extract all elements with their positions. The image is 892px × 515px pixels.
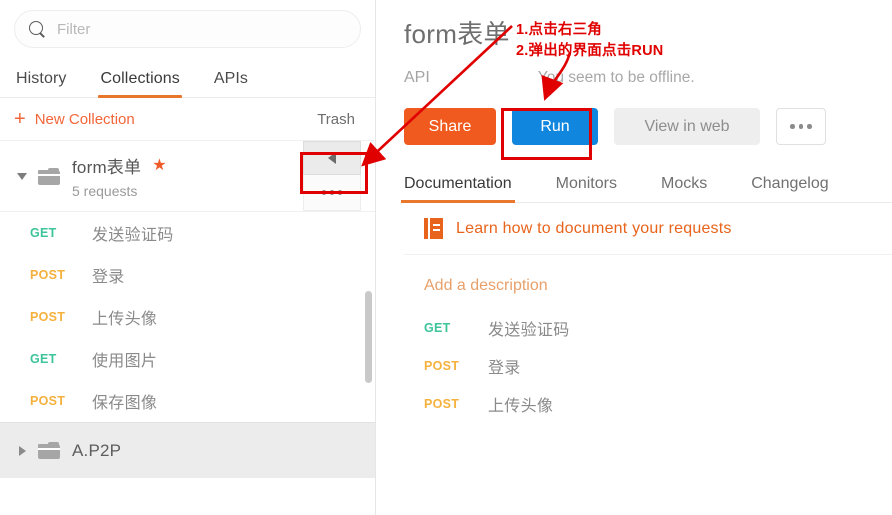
collection-header-form[interactable]: form表单 ★ 5 requests bbox=[0, 141, 375, 212]
request-row[interactable]: POST 保存图像 bbox=[0, 380, 375, 422]
tab-changelog[interactable]: Changelog bbox=[751, 175, 828, 202]
request-name: 上传头像 bbox=[488, 398, 554, 415]
request-method: POST bbox=[30, 394, 66, 408]
tab-documentation[interactable]: Documentation bbox=[401, 175, 515, 203]
book-icon bbox=[424, 218, 443, 239]
collection-head-controls bbox=[303, 141, 361, 211]
collapse-sidebar-button[interactable] bbox=[303, 141, 361, 175]
collection-tree: form表单 ★ 5 requests GET 发送验证码 POST 登录 PO… bbox=[0, 141, 375, 515]
request-method: POST bbox=[30, 268, 66, 282]
run-button[interactable]: Run bbox=[512, 108, 598, 145]
sidebar-actions: + New Collection Trash bbox=[0, 98, 375, 141]
request-name: 上传头像 bbox=[92, 311, 158, 328]
filter-bar-wrap: Filter bbox=[0, 0, 375, 56]
search-placeholder: Filter bbox=[57, 20, 91, 38]
sidebar-scrollbar[interactable] bbox=[365, 291, 372, 383]
offline-status-text: You seem to be offline. bbox=[537, 69, 695, 86]
tab-monitors[interactable]: Monitors bbox=[556, 175, 617, 202]
tab-collections[interactable]: Collections bbox=[98, 70, 183, 98]
request-row[interactable]: POST 上传头像 bbox=[0, 296, 375, 338]
request-method: POST bbox=[424, 359, 460, 373]
triangle-left-icon bbox=[328, 152, 336, 164]
request-method: GET bbox=[30, 226, 57, 240]
trash-button[interactable]: Trash bbox=[317, 111, 355, 128]
view-in-web-button[interactable]: View in web bbox=[614, 108, 760, 145]
learn-documentation-link[interactable]: Learn how to document your requests bbox=[404, 203, 892, 255]
collection-detail-panel: form表单 API You seem to be offline. Share… bbox=[376, 0, 892, 515]
collections-sidebar: Filter History Collections APIs + New Co… bbox=[0, 0, 376, 515]
caret-down-icon[interactable] bbox=[14, 172, 30, 180]
ellipsis-icon bbox=[790, 124, 795, 129]
sidebar-tabs: History Collections APIs bbox=[0, 56, 375, 98]
request-method: POST bbox=[424, 397, 460, 411]
request-row[interactable]: GET 使用图片 bbox=[0, 338, 375, 380]
ellipsis-icon bbox=[321, 190, 327, 195]
detail-tabs: Documentation Monitors Mocks Changelog bbox=[401, 167, 892, 203]
new-collection-button[interactable]: + New Collection bbox=[14, 109, 135, 129]
request-method: POST bbox=[30, 310, 66, 324]
meta-row: API You seem to be offline. bbox=[404, 67, 892, 89]
page-title: form表单 bbox=[404, 19, 510, 49]
request-method: GET bbox=[424, 321, 451, 335]
collection-row-a-p2p[interactable]: A.P2P bbox=[0, 422, 375, 478]
request-method: GET bbox=[30, 352, 57, 366]
star-icon[interactable]: ★ bbox=[152, 157, 166, 174]
tab-apis[interactable]: APIs bbox=[214, 70, 248, 97]
request-row[interactable]: POST 登录 bbox=[0, 254, 375, 296]
request-name: 保存图像 bbox=[92, 395, 158, 412]
plus-icon: + bbox=[14, 108, 26, 130]
action-button-row: Share Run View in web bbox=[404, 108, 892, 145]
doc-request-row[interactable]: GET 发送验证码 bbox=[404, 309, 892, 347]
share-button[interactable]: Share bbox=[404, 108, 496, 145]
doc-request-row[interactable]: POST 上传头像 bbox=[404, 385, 892, 423]
request-name: 登录 bbox=[488, 360, 521, 377]
request-name: 使用图片 bbox=[92, 353, 158, 370]
request-name: 登录 bbox=[92, 269, 125, 286]
folder-icon bbox=[38, 167, 60, 185]
search-icon bbox=[29, 20, 46, 38]
collection-name: A.P2P bbox=[72, 440, 122, 460]
more-options-button[interactable] bbox=[776, 108, 826, 145]
tab-history[interactable]: History bbox=[16, 70, 66, 97]
new-collection-label: New Collection bbox=[34, 110, 135, 128]
request-name: 发送验证码 bbox=[92, 227, 174, 244]
collection-type-label: API bbox=[404, 69, 430, 86]
doc-request-row[interactable]: POST 登录 bbox=[404, 347, 892, 385]
add-description-button[interactable]: Add a description bbox=[404, 255, 892, 309]
folder-icon bbox=[38, 442, 60, 459]
collection-name: form表单 bbox=[72, 158, 142, 177]
request-row[interactable]: GET 发送验证码 bbox=[0, 212, 375, 254]
collection-more-button[interactable] bbox=[303, 175, 361, 211]
search-input[interactable]: Filter bbox=[14, 10, 361, 48]
tab-mocks[interactable]: Mocks bbox=[661, 175, 707, 202]
caret-right-icon[interactable] bbox=[14, 445, 30, 456]
request-name: 发送验证码 bbox=[488, 322, 570, 339]
learn-documentation-label: Learn how to document your requests bbox=[456, 219, 732, 237]
